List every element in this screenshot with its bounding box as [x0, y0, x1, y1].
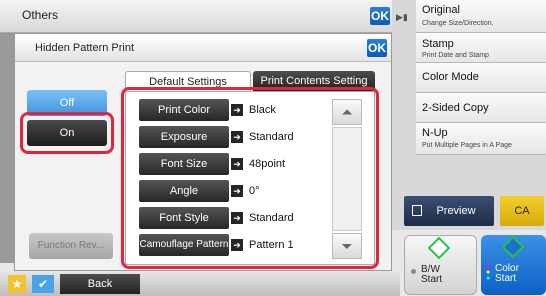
hidden-pattern-dialog: Hidden Pattern Print OK Default Settings…: [14, 33, 392, 271]
dialog-title: Hidden Pattern Print: [35, 42, 135, 54]
right-item-2-sided-copy[interactable]: 2-Sided Copy: [416, 93, 546, 123]
start-diamond-icon: [501, 235, 525, 259]
right-item-sub: Change Size/Direction.: [422, 20, 494, 27]
expand-arrow-icon[interactable]: ▶▮: [396, 12, 408, 22]
top-bar: Others OK: [0, 0, 392, 33]
star-icon[interactable]: ★: [8, 275, 26, 293]
bw-start-button[interactable]: B/W Start: [404, 235, 477, 295]
bw-label-line2: Start: [421, 274, 443, 285]
left-strip: [0, 33, 14, 263]
back-button[interactable]: Back: [60, 274, 140, 294]
check-icon[interactable]: ✔: [32, 275, 54, 293]
bottom-bar: ★ ✔ Back: [0, 271, 400, 296]
right-item-main: N-Up: [422, 127, 448, 139]
preview-label: Preview: [436, 205, 476, 217]
right-item-main: Stamp: [422, 38, 454, 50]
color-dots-icon: ● ● ●: [486, 263, 491, 282]
right-item-sub: Put Multiple Pages in A Page: [422, 142, 512, 149]
top-ok-button[interactable]: OK: [370, 7, 390, 25]
color-label: Color Start: [495, 264, 519, 284]
top-title: Others: [22, 8, 59, 22]
preview-button[interactable]: Preview: [404, 196, 494, 226]
dialog-title-bar: Hidden Pattern Print OK: [15, 34, 391, 62]
color-label-line2: Start: [495, 273, 517, 284]
right-item-main: Color Mode: [422, 71, 479, 83]
right-item-n-up[interactable]: N-Up Put Multiple Pages in A Page: [416, 123, 546, 155]
right-item-sub: Print Date and Stamp: [422, 52, 489, 59]
dialog-ok-button[interactable]: OK: [367, 39, 387, 57]
bw-dot-icon: [411, 269, 416, 274]
app-root: Others OK ▶▮ Original Change Size/Direct…: [0, 0, 546, 296]
right-item-stamp[interactable]: Stamp Print Date and Stamp: [416, 33, 546, 63]
right-item-original[interactable]: Original Change Size/Direction.: [416, 0, 546, 33]
on-button[interactable]: On: [27, 120, 107, 146]
right-item-color-mode[interactable]: Color Mode: [416, 63, 546, 93]
color-start-button[interactable]: ● ● ● Color Start: [481, 235, 546, 295]
settings-highlight-frame: [121, 87, 379, 269]
right-item-main: Original: [422, 4, 460, 16]
function-review-button[interactable]: Function Rev...: [29, 233, 113, 259]
start-diamond-icon: [427, 236, 451, 260]
right-item-main: 2-Sided Copy: [422, 102, 489, 114]
bw-label: B/W Start: [421, 265, 442, 285]
preview-icon: [412, 205, 422, 216]
cyan-dot: ●: [486, 275, 491, 282]
clear-all-button[interactable]: CA: [500, 196, 544, 226]
